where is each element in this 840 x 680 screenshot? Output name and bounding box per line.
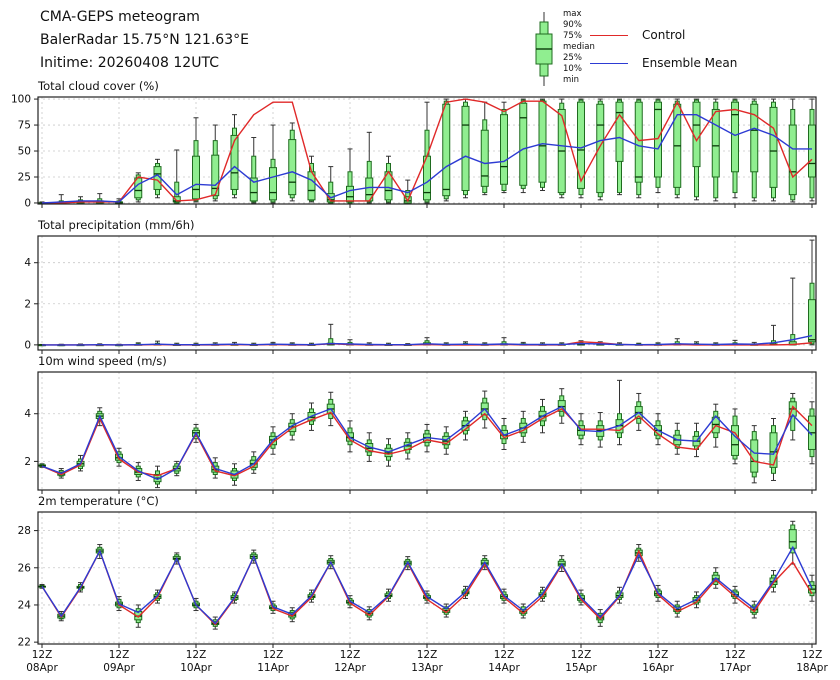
- svg-text:12Z: 12Z: [802, 649, 823, 661]
- svg-text:12Z: 12Z: [340, 649, 361, 661]
- svg-text:12Z: 12Z: [648, 649, 669, 661]
- svg-text:4: 4: [24, 408, 31, 420]
- svg-text:15Apr: 15Apr: [565, 662, 597, 674]
- svg-text:10Apr: 10Apr: [180, 662, 212, 674]
- svg-text:17Apr: 17Apr: [719, 662, 751, 674]
- svg-text:12Z: 12Z: [263, 649, 284, 661]
- svg-text:12Z: 12Z: [417, 649, 438, 661]
- svg-text:2: 2: [24, 456, 31, 468]
- svg-text:75: 75: [18, 120, 31, 132]
- svg-text:0: 0: [24, 339, 31, 351]
- svg-text:2: 2: [24, 298, 31, 310]
- svg-text:22: 22: [18, 637, 31, 649]
- svg-text:09Apr: 09Apr: [103, 662, 135, 674]
- meteogram-canvas: 0255075100024242224262812Z08Apr12Z09Apr1…: [0, 0, 840, 680]
- svg-text:25: 25: [18, 171, 31, 183]
- svg-text:100: 100: [11, 94, 31, 106]
- svg-text:12Z: 12Z: [109, 649, 130, 661]
- svg-text:28: 28: [18, 525, 31, 537]
- svg-text:4: 4: [24, 257, 31, 269]
- svg-text:24: 24: [18, 599, 32, 611]
- svg-text:0: 0: [24, 197, 31, 209]
- svg-text:14Apr: 14Apr: [488, 662, 520, 674]
- svg-text:12Apr: 12Apr: [334, 662, 366, 674]
- svg-text:50: 50: [18, 146, 31, 158]
- svg-text:11Apr: 11Apr: [257, 662, 289, 674]
- svg-text:16Apr: 16Apr: [642, 662, 674, 674]
- svg-text:13Apr: 13Apr: [411, 662, 443, 674]
- svg-text:08Apr: 08Apr: [26, 662, 58, 674]
- svg-text:26: 26: [18, 562, 32, 574]
- svg-text:12Z: 12Z: [494, 649, 515, 661]
- svg-text:12Z: 12Z: [32, 649, 53, 661]
- svg-text:12Z: 12Z: [186, 649, 207, 661]
- svg-text:12Z: 12Z: [725, 649, 746, 661]
- svg-text:12Z: 12Z: [571, 649, 592, 661]
- meteogram-figure: CMA-GEPS meteogram BalerRadar 15.75°N 12…: [0, 0, 840, 680]
- svg-text:18Apr: 18Apr: [796, 662, 828, 674]
